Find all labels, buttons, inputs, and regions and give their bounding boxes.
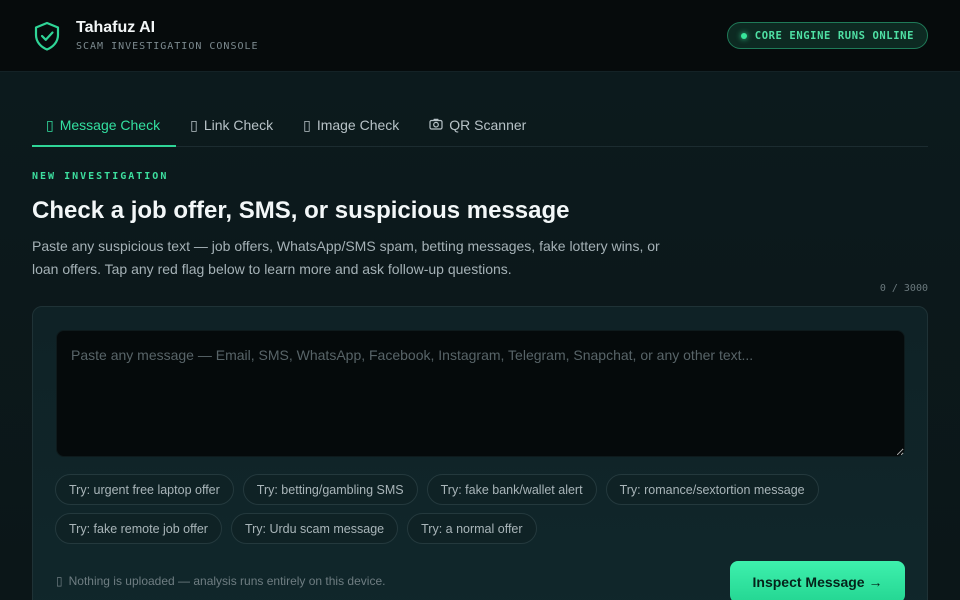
- brand: Tahafuz AI SCAM INVESTIGATION CONSOLE: [32, 19, 259, 52]
- sample-chip-normal-offer[interactable]: Try: a normal offer: [407, 513, 537, 544]
- engine-status-label: CORE ENGINE RUNS ONLINE: [754, 29, 914, 42]
- app-subtitle: SCAM INVESTIGATION CONSOLE: [76, 41, 259, 52]
- character-counter: 0 / 3000: [879, 283, 928, 294]
- sample-chip-remote-job[interactable]: Try: fake remote job offer: [55, 513, 222, 544]
- app-header: Tahafuz AI SCAM INVESTIGATION CONSOLE CO…: [0, 0, 960, 72]
- link-icon: ▯: [190, 116, 198, 133]
- message-icon: ▯: [46, 116, 54, 133]
- inspect-message-button[interactable]: Inspect Message →: [730, 561, 905, 600]
- section-eyebrow: NEW INVESTIGATION: [32, 171, 169, 182]
- camera-icon: [429, 117, 443, 133]
- main-content: ▯ Message Check ▯ Link Check ▯ Image Che…: [0, 72, 960, 600]
- privacy-text: Nothing is uploaded — analysis runs enti…: [68, 574, 386, 588]
- page-description: Paste any suspicious text — job offers, …: [32, 238, 660, 277]
- page-title: Check a job offer, SMS, or suspicious me…: [32, 197, 570, 224]
- sample-chip-laptop-offer[interactable]: Try: urgent free laptop offer: [55, 474, 234, 505]
- engine-status-badge: CORE ENGINE RUNS ONLINE: [726, 22, 928, 49]
- tab-image-check[interactable]: ▯ Image Check: [289, 104, 415, 146]
- app-name: Tahafuz AI: [76, 19, 156, 36]
- message-textarea[interactable]: [56, 330, 905, 457]
- privacy-note: ▯ Nothing is uploaded — analysis runs en…: [56, 574, 385, 588]
- tab-message-check[interactable]: ▯ Message Check: [32, 105, 177, 147]
- sample-chip-romance-message[interactable]: Try: romance/sextortion message: [605, 474, 819, 505]
- tab-qr-scanner[interactable]: QR Scanner: [415, 104, 542, 146]
- sample-chip-betting-sms[interactable]: Try: betting/gambling SMS: [242, 474, 418, 505]
- sample-chip-bank-alert[interactable]: Try: fake bank/wallet alert: [426, 474, 597, 505]
- shield-check-icon: [32, 21, 62, 51]
- lock-icon: ▯: [56, 574, 63, 588]
- status-dot-icon: [740, 32, 747, 39]
- sample-chip-urdu-scam[interactable]: Try: Urdu scam message: [230, 513, 399, 544]
- tab-label: Image Check: [316, 117, 400, 133]
- image-icon: ▯: [303, 116, 311, 133]
- tab-label: Message Check: [59, 117, 161, 133]
- check-tabs: ▯ Message Check ▯ Link Check ▯ Image Che…: [32, 72, 928, 147]
- tab-link-check[interactable]: ▯ Link Check: [176, 104, 289, 146]
- sample-chips: Try: urgent free laptop offer Try: betti…: [55, 474, 895, 544]
- tab-label: Link Check: [203, 117, 274, 133]
- tab-label: QR Scanner: [449, 117, 527, 133]
- message-input-card: Try: urgent free laptop offer Try: betti…: [32, 306, 928, 600]
